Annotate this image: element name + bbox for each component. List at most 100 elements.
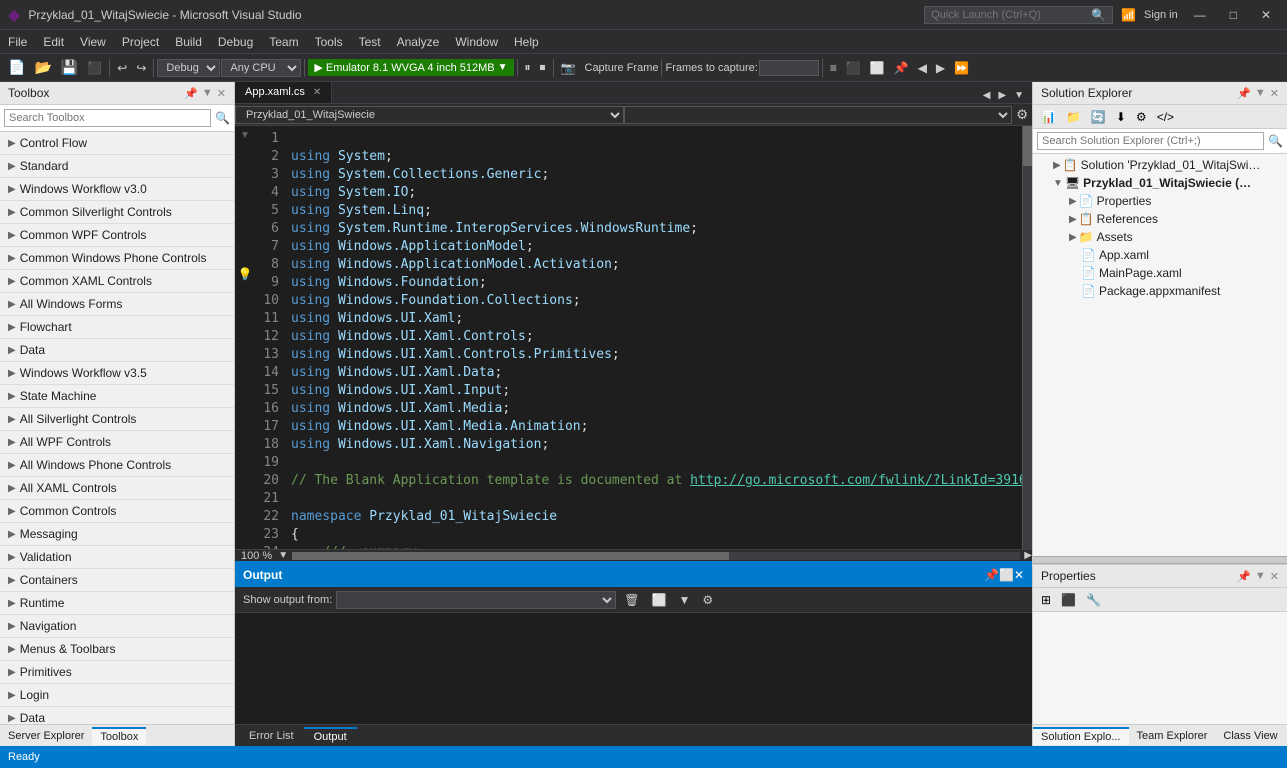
toolbox-section-header-17[interactable]: ▶ Messaging: [0, 523, 234, 545]
toolbox-section-header-12[interactable]: ▶ All Silverlight Controls: [0, 408, 234, 430]
quick-launch-input[interactable]: [931, 9, 1091, 21]
camera-btn[interactable]: 📷: [557, 59, 580, 77]
se-refresh-btn[interactable]: 🔄: [1087, 108, 1110, 126]
close-btn[interactable]: ✕: [1253, 6, 1279, 24]
props-sort-btn[interactable]: ⬛: [1057, 591, 1080, 609]
stop-btn[interactable]: ⏹: [536, 58, 550, 77]
menu-edit[interactable]: Edit: [35, 32, 72, 52]
toolbar-extra-btn6[interactable]: ▶: [932, 59, 949, 77]
code-content[interactable]: using System; using System.Collections.G…: [283, 126, 1022, 549]
output-settings-btn[interactable]: ⚙: [698, 591, 717, 609]
tab-close-app[interactable]: ✕: [313, 87, 321, 98]
tab-scroll-right[interactable]: ▶: [994, 88, 1010, 103]
toolbar-extra-btn4[interactable]: 📌: [890, 59, 913, 77]
menu-build[interactable]: Build: [167, 32, 210, 52]
tree-mainpage-xaml[interactable]: 📄 MainPage.xaml: [1033, 264, 1287, 282]
project-arrow[interactable]: ▼: [1053, 178, 1063, 189]
file-nav-left[interactable]: Przyklad_01_WitajSwiecie: [235, 106, 624, 124]
toolbar-extra-btn5[interactable]: ◀: [914, 59, 931, 77]
se-show-files-btn[interactable]: 📁: [1062, 108, 1085, 126]
collapse-marker[interactable]: ▼: [240, 130, 250, 141]
tab-scroll-left[interactable]: ◀: [979, 88, 995, 103]
output-close-btn[interactable]: ✕: [1014, 568, 1024, 582]
assets-arrow[interactable]: ▶: [1069, 232, 1077, 243]
toolbox-tab[interactable]: Toolbox: [92, 727, 146, 745]
tab-output[interactable]: Output: [304, 727, 357, 745]
output-clear-btn[interactable]: 🗑: [620, 591, 643, 609]
sign-in[interactable]: Sign in: [1144, 9, 1178, 21]
toolbox-section-header-18[interactable]: ▶ Validation: [0, 546, 234, 568]
se-close-icon[interactable]: ✕: [1270, 87, 1279, 100]
server-explorer-tab[interactable]: Server Explorer: [0, 728, 92, 744]
toolbox-section-header-3[interactable]: ▶ Common Silverlight Controls: [0, 201, 234, 223]
tab-error-list[interactable]: Error List: [239, 728, 304, 744]
toolbox-section-header-16[interactable]: ▶ Common Controls: [0, 500, 234, 522]
toolbox-section-header-24[interactable]: ▶ Login: [0, 684, 234, 706]
platform-dropdown[interactable]: Any CPU: [221, 59, 301, 77]
redo-btn[interactable]: ↪: [132, 59, 150, 77]
tree-assets[interactable]: ▶ 📁 Assets: [1033, 228, 1287, 246]
se-tab-class[interactable]: Class View: [1215, 728, 1285, 744]
menu-team[interactable]: Team: [261, 32, 306, 52]
hscroll-right[interactable]: ▶: [1024, 550, 1032, 561]
zoom-dropdown[interactable]: ▼: [278, 550, 288, 561]
output-float-btn[interactable]: ⬜: [999, 568, 1014, 582]
output-filter-btn[interactable]: ▼: [674, 591, 694, 609]
toolbox-section-header-13[interactable]: ▶ All WPF Controls: [0, 431, 234, 453]
se-xml-btn[interactable]: </>: [1153, 108, 1178, 126]
se-tab-team[interactable]: Team Explorer: [1129, 728, 1216, 744]
props-grid-btn[interactable]: ⊞: [1037, 591, 1055, 609]
pause-btn[interactable]: ⏸: [521, 58, 535, 77]
toolbox-section-header-14[interactable]: ▶ All Windows Phone Controls: [0, 454, 234, 476]
se-search-icon[interactable]: 🔍: [1268, 134, 1283, 148]
menu-file[interactable]: File: [0, 32, 35, 52]
hscrollbar[interactable]: [292, 552, 1020, 560]
se-tab-solution[interactable]: Solution Explo...: [1033, 727, 1129, 745]
menu-window[interactable]: Window: [447, 32, 506, 52]
props-pin[interactable]: 📌: [1237, 570, 1251, 583]
toolbox-search-icon[interactable]: 🔍: [215, 111, 230, 125]
save-all-btn[interactable]: ⬛: [83, 59, 106, 77]
menu-project[interactable]: Project: [114, 32, 167, 52]
props-events-btn[interactable]: 🔧: [1082, 591, 1105, 609]
properties-arrow[interactable]: ▶: [1069, 196, 1077, 207]
toolbox-search-input[interactable]: [4, 109, 211, 127]
se-properties-btn[interactable]: 📊: [1037, 108, 1060, 126]
editor-options-btn[interactable]: ⚙: [1012, 107, 1032, 123]
se-search-input[interactable]: [1037, 132, 1264, 150]
menu-debug[interactable]: Debug: [210, 32, 261, 52]
toolbox-section-header-5[interactable]: ▶ Common Windows Phone Controls: [0, 247, 234, 269]
toolbox-section-header-23[interactable]: ▶ Primitives: [0, 661, 234, 683]
menu-tools[interactable]: Tools: [307, 32, 351, 52]
toolbox-section-header-15[interactable]: ▶ All XAML Controls: [0, 477, 234, 499]
tree-app-xaml[interactable]: 📄 App.xaml: [1033, 246, 1287, 264]
toolbox-section-header-4[interactable]: ▶ Common WPF Controls: [0, 224, 234, 246]
menu-help[interactable]: Help: [506, 32, 547, 52]
tree-solution[interactable]: ▶ 📋 Solution 'Przyklad_01_WitajSwiecie' …: [1033, 156, 1287, 174]
se-collapse-btn[interactable]: ⬇: [1112, 108, 1130, 126]
maximize-btn[interactable]: □: [1222, 6, 1245, 24]
toolbox-section-header-10[interactable]: ▶ Windows Workflow v3.5: [0, 362, 234, 384]
frames-input[interactable]: [759, 60, 819, 76]
open-btn[interactable]: 📂: [30, 57, 55, 78]
se-pin-icon[interactable]: 📌: [1237, 87, 1251, 100]
tree-project[interactable]: ▼ 🖥 Przyklad_01_WitajSwiecie (Window: [1033, 174, 1287, 192]
references-arrow[interactable]: ▶: [1069, 214, 1077, 225]
menu-analyze[interactable]: Analyze: [389, 32, 448, 52]
toolbox-section-header-7[interactable]: ▶ All Windows Forms: [0, 293, 234, 315]
solution-arrow[interactable]: ▶: [1053, 160, 1061, 171]
save-btn[interactable]: 💾: [57, 57, 82, 78]
tree-references[interactable]: ▶ 📋 References: [1033, 210, 1287, 228]
toolbox-section-header-25[interactable]: ▶ Data: [0, 707, 234, 724]
props-options[interactable]: ▼: [1255, 570, 1266, 583]
new-project-btn[interactable]: 📄: [4, 57, 29, 78]
toolbar-extra-btn3[interactable]: ⬜: [866, 59, 889, 77]
se-settings-btn[interactable]: ⚙: [1132, 108, 1151, 126]
toolbar-extra-btn[interactable]: ≡: [826, 59, 841, 77]
output-source-select[interactable]: [336, 591, 616, 609]
toolbox-pin-icon[interactable]: 📌: [184, 87, 198, 100]
toolbox-options-icon[interactable]: ▼: [202, 87, 213, 99]
output-pin-btn[interactable]: 📌: [984, 568, 999, 582]
toolbox-section-header-0[interactable]: ▶ Control Flow: [0, 132, 234, 154]
menu-view[interactable]: View: [72, 32, 114, 52]
